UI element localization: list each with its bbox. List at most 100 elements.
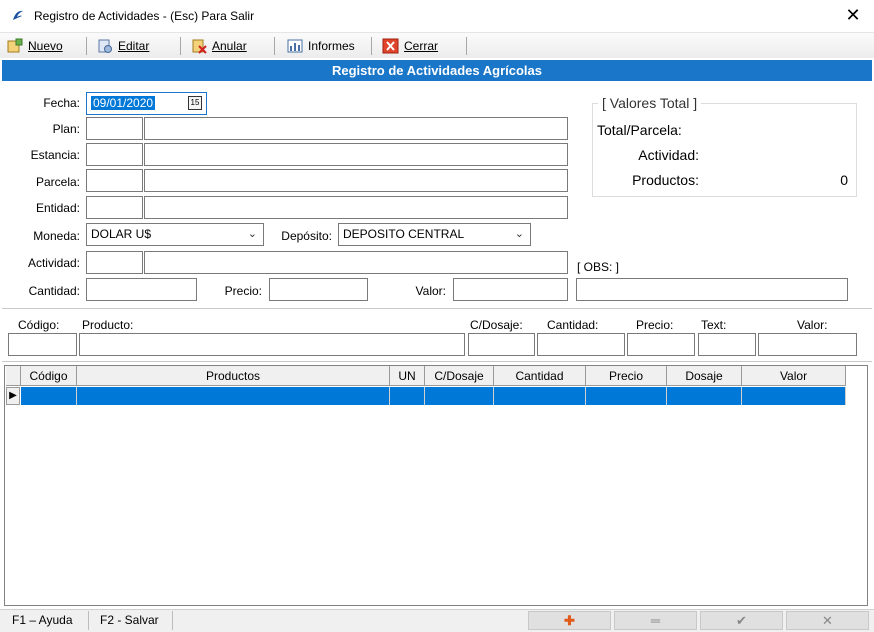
toolbar-separator: [180, 37, 181, 55]
fecha-date-picker[interactable]: 09/01/2020 15: [86, 92, 207, 115]
grid-header-codigo[interactable]: Código: [21, 366, 77, 386]
section-divider: [2, 361, 872, 362]
c-dosaje-entry-input[interactable]: [468, 333, 535, 356]
confirm-row-button[interactable]: ✔: [700, 611, 783, 630]
fecha-value: 09/01/2020: [91, 96, 156, 110]
status-separator: [88, 611, 89, 630]
delete-row-button[interactable]: ═: [614, 611, 697, 630]
estancia-label: Estancia:: [30, 148, 80, 162]
informes-label: Informes: [308, 39, 355, 53]
valor-input[interactable]: [453, 278, 568, 301]
entidad-label: Entidad:: [35, 201, 80, 215]
grid-corner-header: [6, 366, 21, 386]
chevron-down-icon: ⌄: [514, 228, 524, 240]
grid-header-precio[interactable]: Precio: [586, 366, 667, 386]
codigo-entry-label: Código:: [18, 318, 60, 332]
c-dosaje-entry-label: C/Dosaje:: [470, 318, 523, 332]
table-row-cell[interactable]: [586, 387, 667, 405]
nuevo-button[interactable]: Nuevo: [6, 36, 63, 56]
anular-button[interactable]: Anular: [190, 36, 247, 56]
help-hint: F1 – Ayuda: [12, 613, 73, 627]
window-title: Registro de Actividades - (Esc) Para Sal…: [34, 9, 255, 23]
moneda-select[interactable]: DOLAR U$ ⌄: [86, 223, 264, 246]
parcela-name-input[interactable]: [144, 169, 568, 192]
deposito-value: DEPOSITO CENTRAL: [343, 227, 465, 241]
valor-label: Valor:: [415, 284, 446, 298]
save-hint: F2 - Salvar: [100, 613, 159, 627]
informes-button[interactable]: Informes: [286, 36, 355, 56]
fecha-label: Fecha:: [43, 96, 80, 110]
total-actividad-label: Actividad:: [638, 147, 699, 163]
app-logo-icon: [13, 10, 23, 20]
estancia-code-input[interactable]: [86, 143, 143, 166]
table-row-cell[interactable]: [494, 387, 586, 405]
precio-label: Precio:: [224, 284, 262, 298]
anular-label: Anular: [212, 39, 247, 53]
precio-entry-label: Precio:: [636, 318, 674, 332]
toolbar-separator: [371, 37, 372, 55]
add-row-button[interactable]: ✚: [528, 611, 611, 630]
grid-header-c-dosaje[interactable]: C/Dosaje: [425, 366, 494, 386]
cerrar-label: Cerrar: [404, 39, 439, 53]
table-row-cell[interactable]: [77, 387, 390, 405]
precio-input[interactable]: [269, 278, 368, 301]
entidad-name-input[interactable]: [144, 196, 568, 219]
toolbar-separator: [274, 37, 275, 55]
entidad-code-input[interactable]: [86, 196, 143, 219]
parcela-code-input[interactable]: [86, 169, 143, 192]
nuevo-label: Nuevo: [28, 39, 63, 53]
plan-code-input[interactable]: [86, 117, 143, 140]
grid-header-productos[interactable]: Productos: [77, 366, 390, 386]
grid-header-cantidad[interactable]: Cantidad: [494, 366, 586, 386]
valor-entry-input[interactable]: [758, 333, 857, 356]
text-entry-label: Text:: [701, 318, 727, 332]
form-header: Registro de Actividades Agrícolas: [2, 60, 872, 81]
cancel-document-icon: [192, 39, 207, 54]
deposito-label: Depósito:: [281, 229, 332, 243]
calendar-icon[interactable]: 15: [188, 96, 202, 110]
cancel-row-button[interactable]: ✕: [786, 611, 869, 630]
total-productos-value: 0: [840, 172, 848, 188]
total-parcela-label: Total/Parcela:: [597, 122, 682, 138]
grid-header-valor[interactable]: Valor: [742, 366, 846, 386]
text-entry-input[interactable]: [698, 333, 756, 356]
cerrar-button[interactable]: Cerrar: [382, 36, 438, 56]
cantidad-input[interactable]: [86, 278, 197, 301]
editar-button[interactable]: Editar: [96, 36, 149, 56]
plan-name-input[interactable]: [144, 117, 568, 140]
table-row-cell[interactable]: [667, 387, 742, 405]
editar-label: Editar: [118, 39, 150, 53]
plan-label: Plan:: [52, 122, 80, 136]
producto-entry-label: Producto:: [82, 318, 134, 332]
cantidad-label: Cantidad:: [28, 284, 80, 298]
producto-entry-input[interactable]: [79, 333, 465, 356]
row-indicator-icon: ▶: [6, 387, 20, 405]
edit-icon: [98, 39, 112, 53]
close-window-button[interactable]: ✕: [838, 4, 868, 28]
total-productos-label: Productos:: [632, 172, 699, 188]
status-separator: [172, 611, 173, 630]
table-row-cell[interactable]: [425, 387, 494, 405]
actividad-code-input[interactable]: [86, 251, 143, 274]
valor-entry-label: Valor:: [797, 318, 828, 332]
estancia-name-input[interactable]: [144, 143, 568, 166]
deposito-select[interactable]: DEPOSITO CENTRAL ⌄: [338, 223, 531, 246]
actividad-name-input[interactable]: [144, 251, 568, 274]
section-divider: [2, 308, 872, 309]
obs-input[interactable]: [576, 278, 848, 301]
codigo-entry-input[interactable]: [8, 333, 77, 356]
close-red-icon: [382, 38, 399, 54]
chevron-down-icon: ⌄: [247, 228, 257, 240]
cantidad-entry-input[interactable]: [537, 333, 625, 356]
table-row-cell[interactable]: [21, 387, 77, 405]
actividad-label: Actividad:: [27, 256, 80, 270]
toolbar-separator: [86, 37, 87, 55]
toolbar: Nuevo Editar Anular Informes Cerrar: [0, 32, 874, 58]
table-row-cell[interactable]: [742, 387, 846, 405]
grid-header-un[interactable]: UN: [390, 366, 425, 386]
table-row-cell[interactable]: [390, 387, 425, 405]
new-document-icon: [7, 38, 23, 53]
parcela-label: Parcela:: [35, 175, 80, 189]
precio-entry-input[interactable]: [627, 333, 695, 356]
grid-header-dosaje[interactable]: Dosaje: [667, 366, 742, 386]
